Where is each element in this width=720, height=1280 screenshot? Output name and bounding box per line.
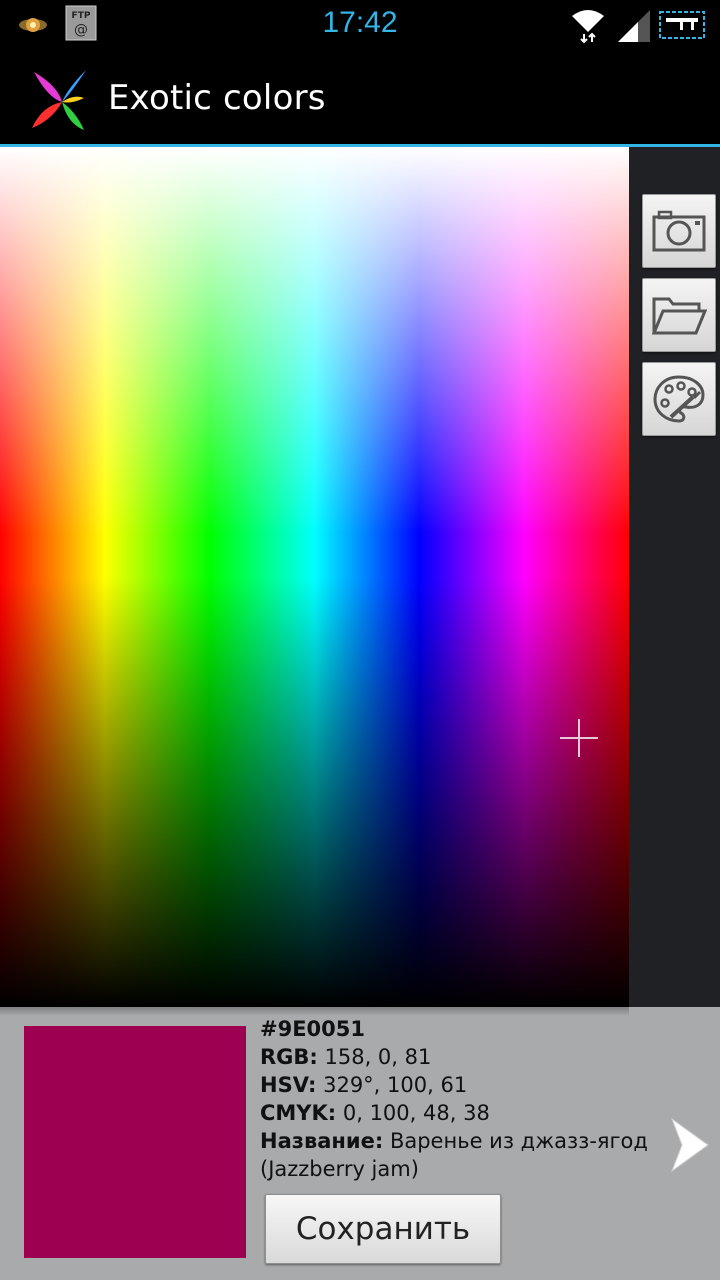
palette-button[interactable]: [642, 362, 716, 436]
signal-icon: [618, 10, 650, 42]
wifi-icon: [572, 10, 604, 44]
hsv-label: HSV:: [260, 1073, 317, 1097]
name-label: Название:: [260, 1129, 384, 1153]
color-swatch: [24, 1026, 246, 1258]
palette-icon: [653, 375, 705, 423]
app-logo-icon[interactable]: [28, 68, 92, 132]
save-button[interactable]: Сохранить: [265, 1194, 501, 1264]
rgb-value: 158, 0, 81: [317, 1045, 432, 1069]
folder-icon: [651, 297, 707, 335]
status-bar: FTP @ 17:42: [0, 0, 720, 50]
palette-darkness-overlay: [0, 147, 629, 1007]
action-bar: Exotic colors: [0, 50, 720, 144]
crosshair-cursor-icon[interactable]: [559, 718, 599, 758]
color-info-panel: #9E0051 RGB: 158, 0, 81 HSV: 329°, 100, …: [0, 1007, 720, 1280]
rgb-row: RGB: 158, 0, 81: [260, 1043, 680, 1071]
screen: FTP @ 17:42 Exotic colors #9E0051 RGB: 1…: [0, 0, 720, 1280]
rgb-label: RGB:: [260, 1045, 318, 1069]
battery-icon: [659, 11, 705, 39]
app-title: Exotic colors: [108, 78, 326, 118]
status-time: 17:42: [322, 6, 398, 39]
color-palette[interactable]: [0, 147, 629, 1007]
name-value: Варенье из джазз-ягод: [383, 1129, 648, 1153]
cmyk-label: CMYK:: [260, 1101, 337, 1125]
open-folder-button[interactable]: [642, 278, 716, 352]
cmyk-row: CMYK: 0, 100, 48, 38: [260, 1099, 680, 1127]
name-alt: (Jazzberry jam): [260, 1157, 419, 1181]
next-arrow-icon[interactable]: [668, 1115, 712, 1175]
camera-icon: [652, 210, 706, 252]
hsv-row: HSV: 329°, 100, 61: [260, 1071, 680, 1099]
name-row: Название: Варенье из джазз-ягод: [260, 1127, 680, 1155]
hex-value: #9E0051: [260, 1017, 365, 1041]
side-panel: [629, 147, 720, 1007]
camera-button[interactable]: [642, 194, 716, 268]
cmyk-value: 0, 100, 48, 38: [336, 1101, 490, 1125]
color-details: #9E0051 RGB: 158, 0, 81 HSV: 329°, 100, …: [260, 1015, 680, 1183]
hsv-value: 329°, 100, 61: [316, 1073, 468, 1097]
